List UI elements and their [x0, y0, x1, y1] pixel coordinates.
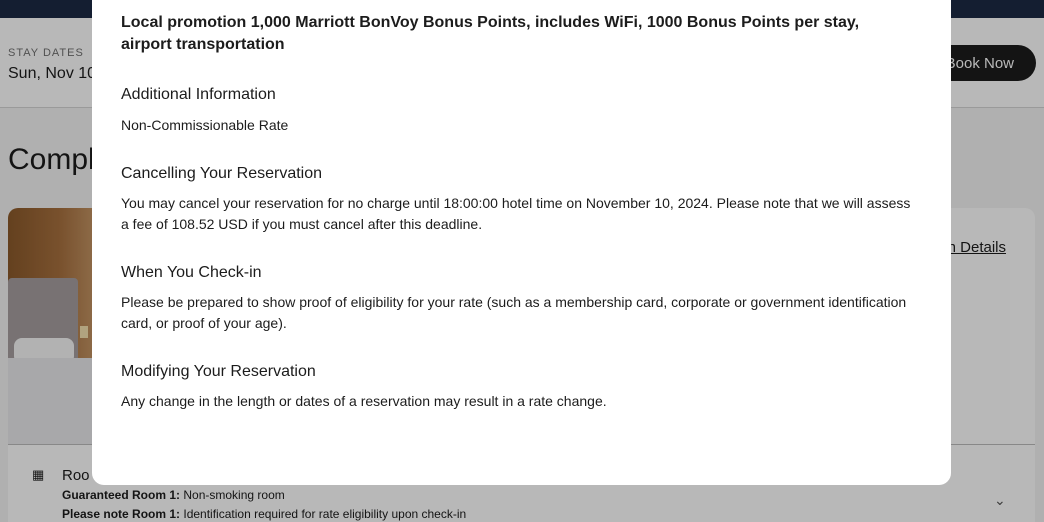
- section-body-additional-information: Non-Commissionable Rate: [121, 117, 289, 133]
- section-title-check-in: When You Check-in: [121, 264, 262, 281]
- section-body-check-in: Please be prepared to show proof of elig…: [121, 294, 907, 331]
- section-title-cancelling: Cancelling Your Reservation: [121, 165, 323, 182]
- section-body-cancelling: You may cancel your reservation for no c…: [121, 195, 911, 232]
- rate-details-modal: [92, 0, 951, 485]
- promotion-text: Local promotion 1,000 Marriott BonVoy Bo…: [121, 14, 860, 53]
- section-body-modifying: Any change in the length or dates of a r…: [121, 393, 607, 409]
- section-title-additional-information: Additional Information: [121, 86, 276, 103]
- section-title-modifying: Modifying Your Reservation: [121, 363, 316, 380]
